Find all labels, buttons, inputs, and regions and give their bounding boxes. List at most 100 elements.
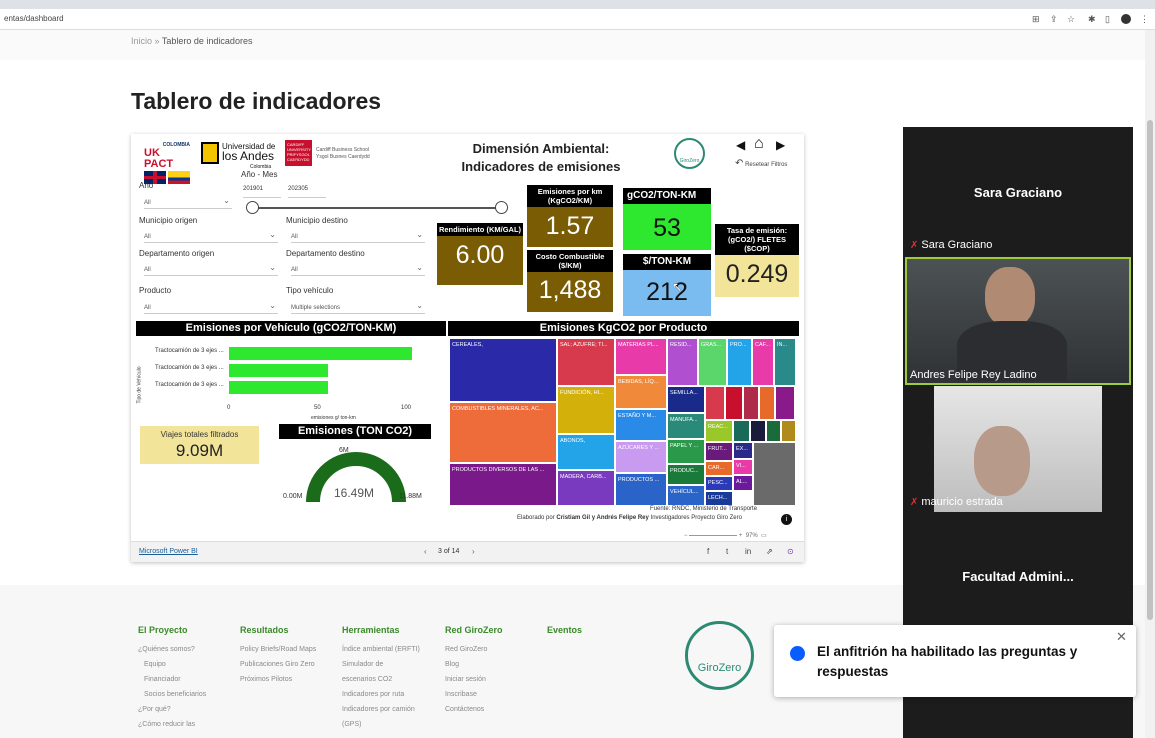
linkedin-icon[interactable]: in [745, 547, 751, 556]
share-report-icon[interactable]: ⇗ [766, 547, 773, 556]
footer-link[interactable]: Policy Briefs/Road Maps [240, 642, 316, 657]
page-prev-icon[interactable]: ‹ [424, 547, 427, 556]
filter-dep-origen-dropdown[interactable]: All [144, 263, 278, 276]
footer-link[interactable]: Financiador [138, 672, 206, 687]
participant-video-mauricio[interactable] [934, 386, 1102, 512]
girozero-footer-logo[interactable]: GiroZero [685, 621, 754, 690]
treemap-cell[interactable]: COMBUSTIBLES MINERALES, AC... [449, 402, 557, 463]
treemap-cell[interactable]: SEMILLA... [667, 386, 705, 413]
participant-video-andres[interactable]: Andres Felipe Rey Ladino [905, 257, 1131, 385]
treemap-cell[interactable]: PRODUCTOS ... [615, 473, 667, 506]
footer-link[interactable]: (GPS) [342, 717, 420, 732]
treemap-cell[interactable] [750, 420, 766, 442]
footer-link[interactable]: Publicaciones Giro Zero [240, 657, 316, 672]
scrollbar-thumb[interactable] [1147, 120, 1153, 620]
treemap-cell[interactable] [725, 386, 743, 420]
treemap-cell[interactable]: AL... [733, 475, 753, 491]
treemap-cell[interactable]: PAPEL Y ... [667, 439, 705, 464]
treemap-cell[interactable] [743, 386, 759, 420]
info-icon[interactable]: i [781, 514, 792, 525]
fullscreen-icon[interactable]: ⊙ [787, 547, 794, 556]
vehicle-bar[interactable] [229, 364, 329, 377]
footer-link[interactable]: Simulador de [342, 657, 420, 672]
footer-link[interactable]: Contáctenos [445, 702, 503, 717]
treemap-cell[interactable]: CAR... [705, 461, 733, 476]
treemap-cell[interactable]: BEBIDAS, LÍQ... [615, 375, 667, 409]
treemap-cell[interactable]: GRAS... [698, 338, 727, 386]
filter-mun-origen-dropdown[interactable]: All [144, 230, 278, 243]
treemap-cell[interactable] [775, 386, 795, 420]
range-slider-start-handle[interactable] [246, 201, 259, 214]
footer-link[interactable]: Inscribase [445, 687, 503, 702]
footer-col-eventos-title[interactable]: Eventos [547, 624, 582, 636]
footer-link[interactable]: Próximos Pilotos [240, 672, 316, 687]
treemap-cell[interactable] [781, 420, 796, 442]
footer-link[interactable]: Blog [445, 657, 503, 672]
page-next-icon[interactable]: › [472, 547, 475, 556]
treemap-cell[interactable]: CAF... [752, 338, 774, 386]
address-bar[interactable]: entas/dashboard ⊞ ⇪ ☆ ✱ ▯ ⋮ [0, 9, 1155, 30]
browser-menu-icon[interactable]: ⋮ [1140, 14, 1149, 25]
range-start-input[interactable]: 201901 [243, 186, 281, 198]
nav-prev-icon[interactable]: ◀ [736, 138, 745, 152]
footer-link[interactable]: ¿Quiénes somos? [138, 642, 206, 657]
breadcrumb-home[interactable]: Inicio [131, 36, 152, 46]
footer-link[interactable]: ¿Cómo reducir las [138, 717, 206, 732]
facebook-icon[interactable]: f [707, 547, 709, 556]
treemap-cell[interactable]: IN... [774, 338, 796, 386]
sidebar-icon[interactable]: ▯ [1105, 14, 1110, 25]
footer-link[interactable]: Indicadores por camión [342, 702, 420, 717]
page-scrollbar[interactable] [1145, 30, 1155, 738]
share-icon[interactable]: ⇪ [1050, 14, 1058, 25]
footer-link[interactable]: Equipo [138, 657, 206, 672]
translate-icon[interactable]: ⊞ [1032, 14, 1040, 25]
treemap-cell[interactable] [759, 386, 775, 420]
treemap-cell[interactable]: FUNDICIÓN, HI... [557, 386, 615, 434]
bookmark-star-icon[interactable]: ☆ [1067, 14, 1075, 25]
footer-link[interactable]: Red GiroZero [445, 642, 503, 657]
treemap-cell[interactable]: FRUT... [705, 442, 733, 461]
range-end-input[interactable]: 202305 [288, 186, 326, 198]
treemap-cell[interactable]: EX... [733, 442, 753, 459]
filter-anio-dropdown[interactable]: All [144, 196, 232, 209]
filter-tipo-dropdown[interactable]: Multiple selections [291, 301, 425, 314]
treemap-cell[interactable] [733, 420, 750, 442]
address-url[interactable]: entas/dashboard [4, 14, 64, 23]
range-slider-track[interactable] [251, 207, 501, 209]
treemap-cell[interactable]: LECH... [705, 491, 733, 506]
footer-link[interactable]: Indicadores por ruta [342, 687, 420, 702]
footer-link[interactable]: Socios beneficiarios [138, 687, 206, 702]
treemap-cell[interactable]: ABONOS, [557, 434, 615, 470]
footer-link[interactable]: escenarios CO2 [342, 672, 420, 687]
treemap-cell[interactable] [766, 420, 781, 442]
range-slider-end-handle[interactable] [495, 201, 508, 214]
extensions-icon[interactable]: ✱ [1088, 14, 1096, 25]
treemap-cell[interactable]: RESID... [667, 338, 698, 386]
home-icon[interactable]: ⌂ [754, 135, 764, 153]
filter-mun-destino-dropdown[interactable]: All [291, 230, 425, 243]
treemap-cell[interactable] [705, 386, 725, 420]
footer-link[interactable]: Iniciar sesión [445, 672, 503, 687]
reset-filters-button[interactable]: ↶ Resetear Filtros [735, 158, 787, 169]
treemap-cell[interactable]: VEHÍCUL... [667, 485, 705, 506]
treemap-cell[interactable]: MANUFA... [667, 413, 705, 439]
close-icon[interactable]: ✕ [1116, 629, 1127, 645]
treemap-cell[interactable]: PRODUC... [667, 464, 705, 485]
treemap-cell[interactable]: CEREALES, [449, 338, 557, 402]
treemap-cell[interactable]: MATERIAS PL... [615, 338, 667, 375]
vehicle-bar[interactable] [229, 347, 412, 360]
footer-link[interactable]: ¿Por qué? [138, 702, 206, 717]
treemap-cell[interactable]: PRODUCTOS DIVERSOS DE LAS ... [449, 463, 557, 506]
powerbi-link[interactable]: Microsoft Power BI [139, 548, 198, 555]
treemap-cell[interactable]: MADERA, CARB... [557, 470, 615, 506]
zoom-control[interactable]: − + 97% ▭ [684, 532, 767, 539]
filter-producto-dropdown[interactable]: All [144, 301, 278, 314]
treemap-cell[interactable] [753, 442, 796, 506]
treemap-cell[interactable]: ESTAÑO Y M... [615, 409, 667, 441]
vehicle-bar[interactable] [229, 381, 329, 394]
profile-avatar[interactable] [1121, 14, 1131, 24]
filter-dep-destino-dropdown[interactable]: All [291, 263, 425, 276]
twitter-icon[interactable]: t [726, 547, 728, 556]
footer-link[interactable]: Índice ambiental (ERFTI) [342, 642, 420, 657]
treemap-cell[interactable]: SAL; AZUFRE; TI... [557, 338, 615, 386]
